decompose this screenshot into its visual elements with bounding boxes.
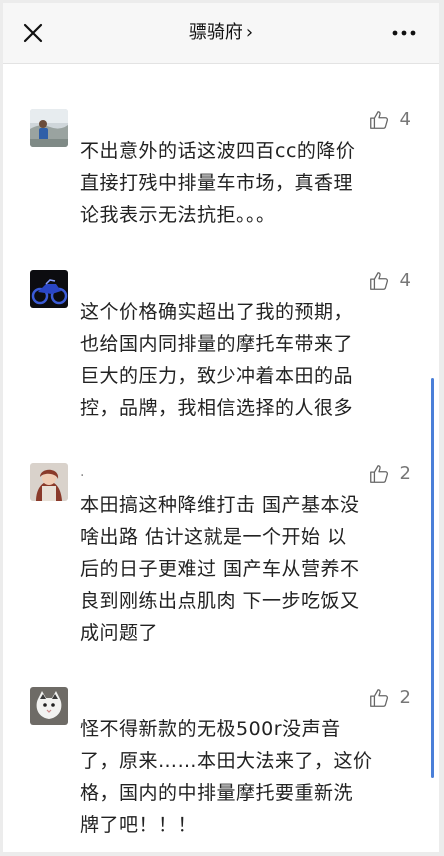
like-button[interactable]: 4 [368, 268, 411, 294]
avatar-image [30, 109, 68, 147]
thumbs-up-icon [369, 689, 388, 707]
comment-text: 本田搞这种降维打击 国产基本没 啥出路 估计这就是一个开始 以 后的日子更难过 … [80, 494, 360, 644]
like-count: 2 [399, 463, 411, 484]
comment-text: 这个价格确实超出了我的预期， 也给国内同排量的摩托车带来了 巨大的压力，致少冲着… [80, 301, 354, 419]
account-title-link[interactable]: 骠骑府 › [3, 21, 439, 45]
avatar-image [30, 463, 68, 501]
like-count: 4 [399, 109, 411, 130]
avatar[interactable] [30, 687, 68, 725]
thumbs-up-icon [369, 272, 388, 290]
avatar[interactable] [30, 109, 68, 147]
thumbs-up-icon [369, 111, 388, 129]
comment-list: 4 不出意外的话这波四百cc的降价 直接打残中排量车市场，真香理 论我表示无法抗… [3, 64, 439, 852]
top-nav-bar: 骠骑府 › [3, 3, 439, 64]
comment-nickname: . [80, 464, 85, 480]
like-button[interactable]: 4 [368, 107, 411, 133]
avatar[interactable] [30, 270, 68, 308]
thumbs-up-icon [369, 465, 388, 483]
like-button[interactable]: 2 [368, 461, 411, 487]
comment-text: 怪不得新款的无极500r没声音 了，原来……本田大法来了，这价 格，国内的中排量… [80, 718, 373, 836]
avatar-image [30, 270, 68, 308]
like-count: 4 [399, 270, 411, 291]
more-button[interactable] [391, 23, 417, 43]
page-title: 骠骑府 [188, 22, 243, 43]
avatar-image [30, 687, 68, 725]
like-button[interactable]: 2 [368, 685, 411, 711]
article-comments-page: 骠骑府 › 4 不出意外的话这波四百cc的降价 直接打残中排量车市场，真香理 论… [3, 3, 439, 852]
comment-text: 不出意外的话这波四百cc的降价 直接打残中排量车市场，真香理 论我表示无法抗拒。… [80, 140, 356, 226]
avatar[interactable] [30, 463, 68, 501]
like-count: 2 [399, 687, 411, 708]
scrollbar[interactable] [431, 378, 434, 778]
chevron-right-icon: › [245, 22, 254, 43]
more-icon [392, 30, 416, 36]
